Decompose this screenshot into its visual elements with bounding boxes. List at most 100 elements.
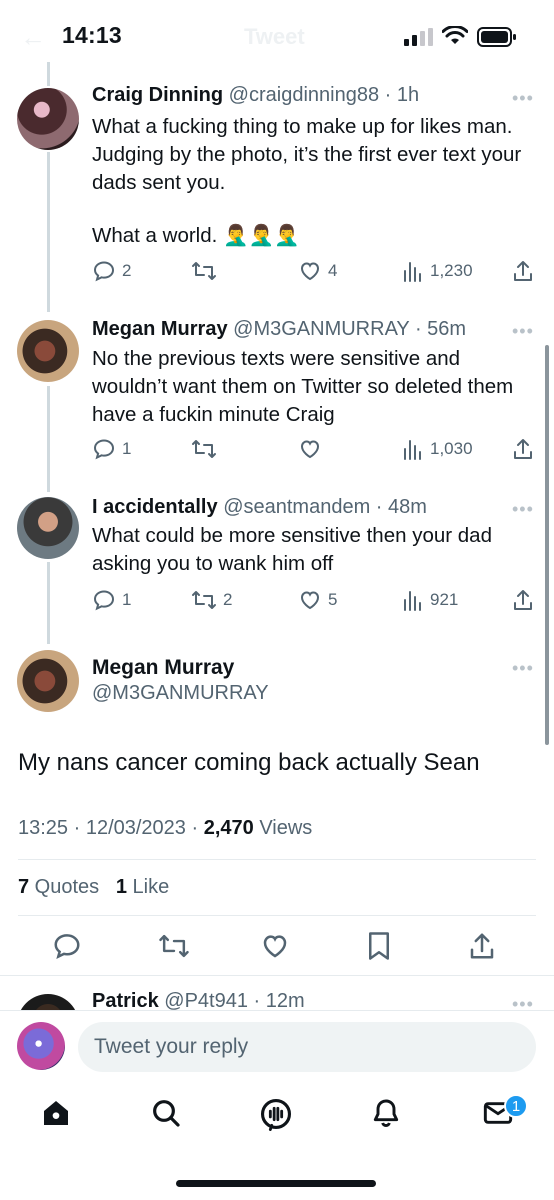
tweet-actions: 1 2 5 921 bbox=[92, 588, 532, 614]
thread-line bbox=[47, 386, 50, 492]
notifications-icon[interactable] bbox=[370, 1097, 402, 1129]
retweet-button[interactable] bbox=[191, 437, 223, 461]
more-options-icon[interactable]: ••• bbox=[512, 499, 534, 520]
tweet-text: What a world. 🤦‍♂️🤦‍♂️🤦‍♂️ bbox=[92, 224, 300, 247]
retweet-icon[interactable] bbox=[158, 931, 190, 961]
tweet-actions: 1 1,030 bbox=[92, 437, 532, 463]
main-tweet-text: My nans cancer coming back actually Sean bbox=[18, 749, 480, 776]
retweet-count: 2 bbox=[223, 590, 233, 609]
more-options-icon[interactable]: ••• bbox=[512, 321, 534, 342]
tweet-header: I accidentally @seantmandem · 48m bbox=[92, 496, 427, 519]
views-count: 921 bbox=[430, 590, 459, 609]
like-count: 4 bbox=[328, 261, 338, 280]
home-icon[interactable] bbox=[40, 1097, 72, 1129]
like-count: 5 bbox=[328, 590, 338, 609]
spaces-icon[interactable] bbox=[259, 1097, 293, 1131]
reply-button[interactable]: 2 bbox=[92, 259, 131, 283]
views-icon bbox=[404, 440, 421, 460]
author-name[interactable]: Patrick bbox=[92, 990, 159, 1012]
thread-line bbox=[47, 62, 50, 86]
author-handle[interactable]: @seantmandem · 48m bbox=[223, 496, 427, 518]
reply-count: 2 bbox=[122, 261, 132, 280]
battery-icon bbox=[477, 27, 516, 47]
views-button[interactable]: 1,230 bbox=[402, 259, 473, 283]
tweet-header: Megan Murray @M3GANMURRAY · 56m bbox=[92, 318, 466, 341]
views-count: 1,230 bbox=[430, 261, 473, 280]
author-handle[interactable]: @M3GANMURRAY · 56m bbox=[233, 318, 466, 340]
share-icon bbox=[514, 590, 532, 610]
views-button[interactable]: 921 bbox=[402, 588, 458, 612]
my-avatar[interactable] bbox=[17, 1022, 65, 1070]
wifi-icon bbox=[442, 26, 468, 44]
share-button[interactable] bbox=[512, 259, 534, 283]
more-options-icon[interactable]: ••• bbox=[512, 658, 534, 679]
like-button[interactable] bbox=[298, 437, 328, 461]
quotes-link[interactable]: 7 Quotes bbox=[18, 876, 99, 898]
reply-input[interactable]: Tweet your reply bbox=[78, 1022, 536, 1072]
bookmark-icon[interactable] bbox=[366, 931, 392, 961]
like-button[interactable]: 5 bbox=[298, 588, 337, 612]
author-handle[interactable]: @M3GANMURRAY bbox=[92, 682, 269, 705]
views-count: 2,470 bbox=[203, 817, 254, 839]
views-icon bbox=[404, 262, 421, 282]
avatar[interactable] bbox=[17, 497, 79, 559]
heart-icon bbox=[300, 591, 320, 610]
share-icon[interactable] bbox=[468, 931, 496, 961]
views-button[interactable]: 1,030 bbox=[402, 437, 473, 461]
author-name[interactable]: Craig Dinning bbox=[92, 84, 223, 106]
reply-count: 1 bbox=[122, 439, 132, 458]
tweet-actions: 2 4 1,230 bbox=[92, 259, 532, 285]
status-time: 14:13 bbox=[62, 22, 122, 48]
reply-button[interactable]: 1 bbox=[92, 437, 131, 461]
views-label: Views bbox=[253, 817, 313, 839]
like-button[interactable]: 4 bbox=[298, 259, 337, 283]
notification-badge: 1 bbox=[504, 1094, 528, 1118]
divider bbox=[0, 975, 554, 976]
thread-line bbox=[47, 152, 50, 312]
avatar[interactable] bbox=[17, 88, 79, 150]
header-title: Tweet bbox=[244, 24, 305, 49]
share-icon bbox=[514, 439, 532, 459]
retweet-icon bbox=[192, 262, 216, 280]
tweet-text: What a fucking thing to make up for like… bbox=[92, 115, 522, 194]
avatar[interactable] bbox=[17, 320, 79, 382]
views-icon bbox=[404, 591, 421, 611]
search-icon[interactable] bbox=[150, 1097, 182, 1129]
reply-placeholder: Tweet your reply bbox=[94, 1035, 249, 1058]
retweet-button[interactable] bbox=[191, 259, 223, 283]
reply-icon bbox=[93, 590, 115, 611]
tweet-text: What could be more sensitive then your d… bbox=[92, 524, 492, 575]
share-button[interactable] bbox=[512, 437, 534, 461]
author-handle[interactable]: @craigdinning88 · 1h bbox=[229, 84, 419, 106]
reply-button[interactable]: 1 bbox=[92, 588, 131, 612]
divider bbox=[18, 915, 536, 916]
back-arrow-icon[interactable]: ← bbox=[20, 22, 46, 53]
share-button[interactable] bbox=[512, 588, 534, 612]
home-indicator[interactable] bbox=[176, 1180, 376, 1187]
views-count: 1,030 bbox=[430, 439, 473, 458]
more-options-icon[interactable]: ••• bbox=[512, 88, 534, 109]
tweet-header: Craig Dinning @craigdinning88 · 1h bbox=[92, 84, 419, 107]
author-name[interactable]: Megan Murray bbox=[92, 318, 228, 340]
tweet-text: No the previous texts were sensitive and… bbox=[92, 347, 514, 426]
retweet-button[interactable]: 2 bbox=[191, 588, 232, 612]
reply-icon bbox=[93, 439, 115, 460]
avatar[interactable] bbox=[17, 650, 79, 712]
main-tweet-actions bbox=[0, 931, 554, 961]
likes-link[interactable]: 1 Like bbox=[116, 876, 169, 898]
author-name[interactable]: I accidentally bbox=[92, 496, 218, 518]
author-handle[interactable]: @P4t941 · 12m bbox=[164, 990, 304, 1012]
thread-line bbox=[47, 562, 50, 644]
reply-icon[interactable] bbox=[52, 931, 82, 961]
author-name[interactable]: Megan Murray bbox=[92, 656, 234, 680]
share-icon bbox=[514, 261, 532, 281]
tweet-meta: 13:25 · 12/03/2023 · 2,470 Views bbox=[18, 817, 312, 840]
scrollbar[interactable] bbox=[545, 345, 549, 745]
heart-icon[interactable] bbox=[260, 931, 290, 961]
tweet-stats: 7 Quotes 1 Like bbox=[18, 876, 169, 899]
divider bbox=[18, 859, 536, 860]
retweet-icon bbox=[192, 440, 216, 458]
reply-icon bbox=[93, 261, 115, 282]
retweet-icon bbox=[192, 591, 216, 609]
cellular-signal-icon bbox=[404, 28, 433, 46]
